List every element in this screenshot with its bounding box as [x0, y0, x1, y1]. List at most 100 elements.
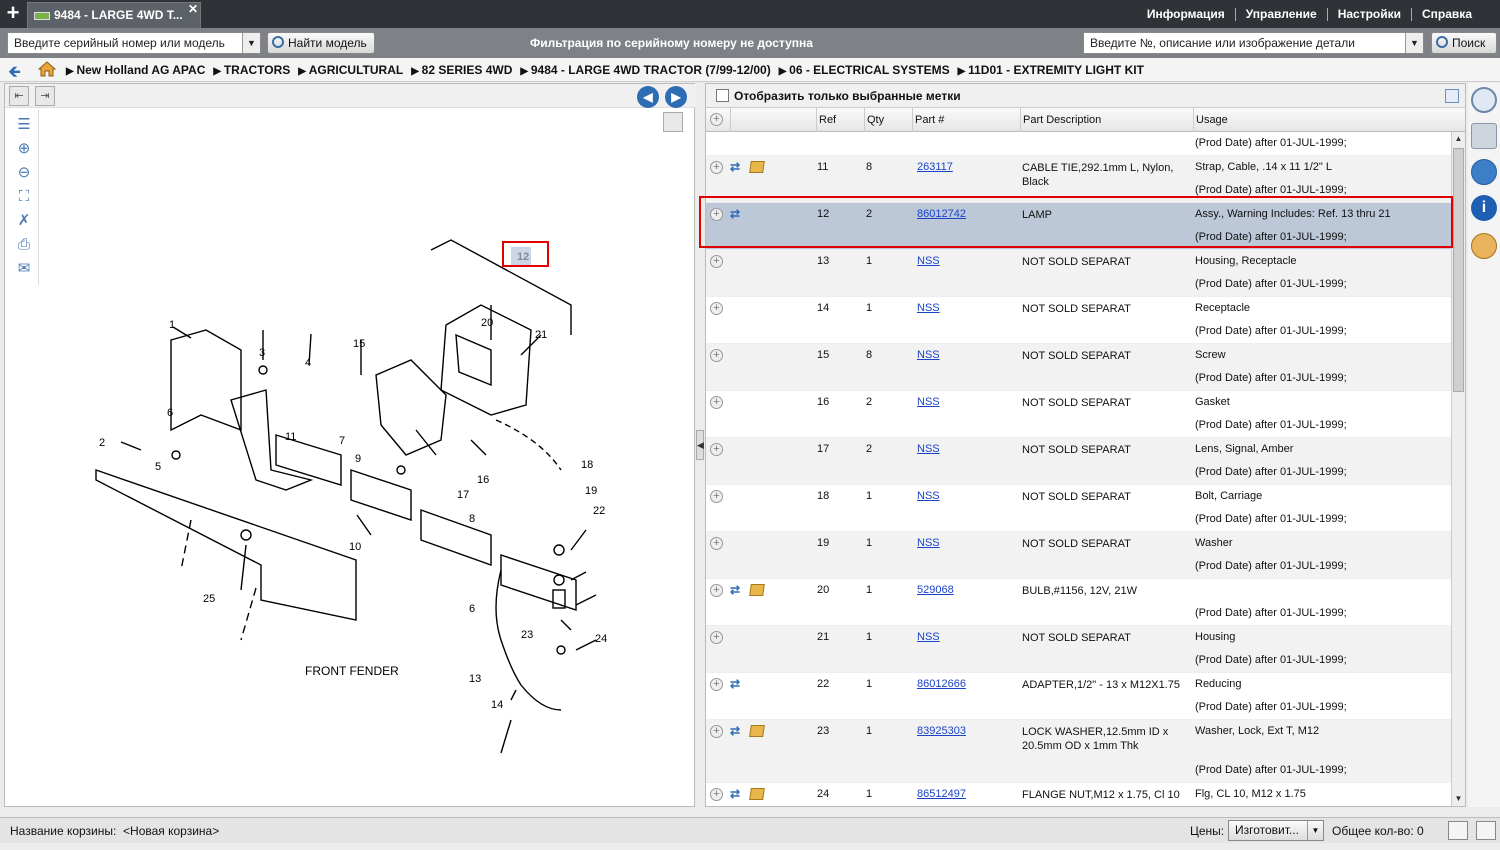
callout-label[interactable]: 13 — [469, 673, 481, 685]
col-description[interactable]: Part Description — [1020, 108, 1193, 132]
table-row[interactable]: (Prod Date) after 01-JUL-1999; — [706, 132, 1452, 156]
breadcrumb-item[interactable]: TRACTORS — [213, 63, 290, 77]
callout-label[interactable]: 5 — [155, 461, 161, 473]
part-number-link[interactable]: NSS — [917, 396, 940, 408]
zoom-in-icon[interactable]: ⊕ — [14, 140, 34, 158]
print-icon[interactable]: ⎙ — [14, 236, 34, 254]
expand-row-icon[interactable]: + — [710, 584, 723, 597]
menu-manage[interactable]: Управление — [1234, 7, 1327, 21]
part-number-link[interactable]: 83925303 — [917, 725, 966, 737]
expand-all-icon[interactable]: + — [710, 113, 723, 126]
expand-row-icon[interactable]: + — [710, 208, 723, 221]
part-number-link[interactable]: NSS — [917, 631, 940, 643]
table-row[interactable]: +21 1 NSS NOT SOLD SEPARAT Housing (Prod Date… — [706, 626, 1452, 673]
clear-markers-icon[interactable]: ✗ — [14, 212, 34, 230]
substitute-icon[interactable]: ⇄ — [730, 160, 740, 174]
fit-to-window-icon[interactable]: ⛶ — [14, 188, 34, 206]
callout-label[interactable]: 15 — [353, 338, 365, 350]
callout-label[interactable]: 24 — [595, 633, 607, 645]
expand-row-icon[interactable]: + — [710, 678, 723, 691]
cart-view-icon[interactable] — [1448, 821, 1468, 840]
table-row[interactable]: +18 1 NSS NOT SOLD SEPARAT Bolt, Carriage (Pr… — [706, 485, 1452, 532]
table-row[interactable]: + ⇄ 12 2 86012742 LAMP Assy., Warning Includes… — [706, 203, 1452, 250]
price-select[interactable]: Изготовит... ▼ — [1228, 820, 1324, 841]
add-tab-button[interactable]: + — [2, 2, 24, 25]
next-page-icon[interactable]: ▶ — [665, 86, 687, 108]
callout-label[interactable]: 20 — [481, 317, 493, 329]
part-number-link[interactable]: 86512497 — [917, 788, 966, 800]
callout-label[interactable]: 25 — [203, 593, 215, 605]
callout-label[interactable]: 8 — [469, 513, 475, 525]
part-search-input[interactable]: Введите №, описание или изображение дета… — [1083, 32, 1424, 54]
expand-row-icon[interactable]: + — [710, 302, 723, 315]
callout-label[interactable]: 10 — [349, 541, 361, 553]
col-part-number[interactable]: Part # — [912, 108, 1020, 132]
callout-label[interactable]: 17 — [457, 489, 469, 501]
breadcrumb-item[interactable]: 82 SERIES 4WD — [411, 63, 513, 77]
part-number-link[interactable]: 263117 — [917, 161, 953, 173]
serial-model-input[interactable]: Введите серийный номер или модель ▼ — [7, 32, 261, 54]
substitute-icon[interactable]: ⇄ — [730, 724, 740, 738]
close-tab-icon[interactable]: ✕ — [188, 3, 198, 21]
expand-row-icon[interactable]: + — [710, 537, 723, 550]
part-number-link[interactable]: 86012742 — [917, 208, 966, 220]
table-row[interactable]: + ⇄ 23 1 83925303 LOCK WASHER,12.5mm ID x 20.… — [706, 720, 1452, 783]
table-row[interactable]: +14 1 NSS NOT SOLD SEPARAT Receptacle (Prod D… — [706, 297, 1452, 344]
callout-label[interactable]: 7 — [339, 435, 345, 447]
expand-row-icon[interactable]: + — [710, 725, 723, 738]
callout-label[interactable]: 2 — [99, 437, 105, 449]
show-selected-checkbox[interactable] — [716, 89, 729, 102]
chat-user-icon[interactable] — [1471, 233, 1497, 259]
grid-settings-icon[interactable] — [1445, 89, 1459, 103]
vertical-scrollbar[interactable]: ▲ ▼ — [1451, 132, 1465, 806]
info-icon[interactable]: i — [1471, 195, 1497, 221]
col-ref[interactable]: Ref — [816, 108, 864, 132]
package-icon[interactable] — [749, 584, 765, 596]
breadcrumb-item[interactable]: AGRICULTURAL — [298, 63, 403, 77]
chevron-down-icon[interactable]: ▼ — [242, 33, 260, 53]
window-toggle-icon[interactable] — [1476, 821, 1496, 840]
menu-lines-icon[interactable]: ☰ — [14, 116, 34, 134]
substitute-icon[interactable]: ⇄ — [730, 677, 740, 691]
callout-label[interactable]: 3 — [259, 347, 265, 359]
expand-row-icon[interactable]: + — [710, 349, 723, 362]
search-icon[interactable] — [1471, 87, 1497, 113]
table-row[interactable]: +17 2 NSS NOT SOLD SEPARAT Lens, Signal, Amb… — [706, 438, 1452, 485]
breadcrumb-item[interactable]: New Holland AG APAC — [66, 63, 205, 77]
collapse-left-icon[interactable]: ⇤ — [9, 86, 29, 106]
breadcrumb-item[interactable]: 9484 - LARGE 4WD TRACTOR (7/99-12/00) — [520, 63, 771, 77]
search-button[interactable]: Поиск — [1431, 32, 1497, 54]
part-number-link[interactable]: NSS — [917, 490, 940, 502]
table-row[interactable]: +15 8 NSS NOT SOLD SEPARAT Screw (Prod Date) … — [706, 344, 1452, 391]
callout-label[interactable]: 9 — [355, 453, 361, 465]
table-row[interactable]: + ⇄ 11 8 263117 CABLE TIE,292.1mm L, Nylon, B… — [706, 156, 1452, 203]
substitute-icon[interactable]: ⇄ — [730, 207, 740, 221]
breadcrumb-item[interactable]: 11D01 - EXTREMITY LIGHT KIT — [958, 63, 1144, 77]
zoom-out-icon[interactable]: ⊖ — [14, 164, 34, 182]
package-icon[interactable] — [749, 788, 765, 800]
callout-label[interactable]: 22 — [593, 505, 605, 517]
cart-name[interactable]: <Новая корзина> — [123, 824, 219, 838]
drawer-icon[interactable] — [1471, 123, 1497, 149]
mail-icon[interactable]: ✉ — [14, 260, 34, 278]
globe-icon[interactable] — [1471, 159, 1497, 185]
col-qty[interactable]: Qty — [864, 108, 912, 132]
panel-splitter[interactable]: ◀ — [696, 430, 704, 460]
part-number-link[interactable]: NSS — [917, 302, 940, 314]
col-usage[interactable]: Usage — [1193, 108, 1452, 132]
parts-diagram[interactable]: 1 2 3 4 5 6 7 8 9 10 11 12 13 14 15 16 1… — [41, 110, 691, 800]
package-icon[interactable] — [749, 725, 765, 737]
menu-help[interactable]: Справка — [1411, 7, 1482, 21]
part-number-link[interactable]: 86012666 — [917, 678, 966, 690]
table-row[interactable]: +19 1 NSS NOT SOLD SEPARAT Washer (Prod Date)… — [706, 532, 1452, 579]
expand-right-icon[interactable]: ⇥ — [35, 86, 55, 106]
callout-label[interactable]: 6 — [469, 603, 475, 615]
callout-label[interactable]: 19 — [585, 485, 597, 497]
menu-info[interactable]: Информация — [1137, 7, 1235, 21]
chevron-down-icon[interactable]: ▼ — [1307, 821, 1323, 840]
expand-row-icon[interactable]: + — [710, 788, 723, 801]
chevron-down-icon[interactable]: ▼ — [1405, 33, 1423, 53]
table-row[interactable]: +13 1 NSS NOT SOLD SEPARAT Housing, Receptac… — [706, 250, 1452, 297]
callout-label[interactable]: 18 — [581, 459, 593, 471]
callout-label[interactable]: 14 — [491, 699, 503, 711]
